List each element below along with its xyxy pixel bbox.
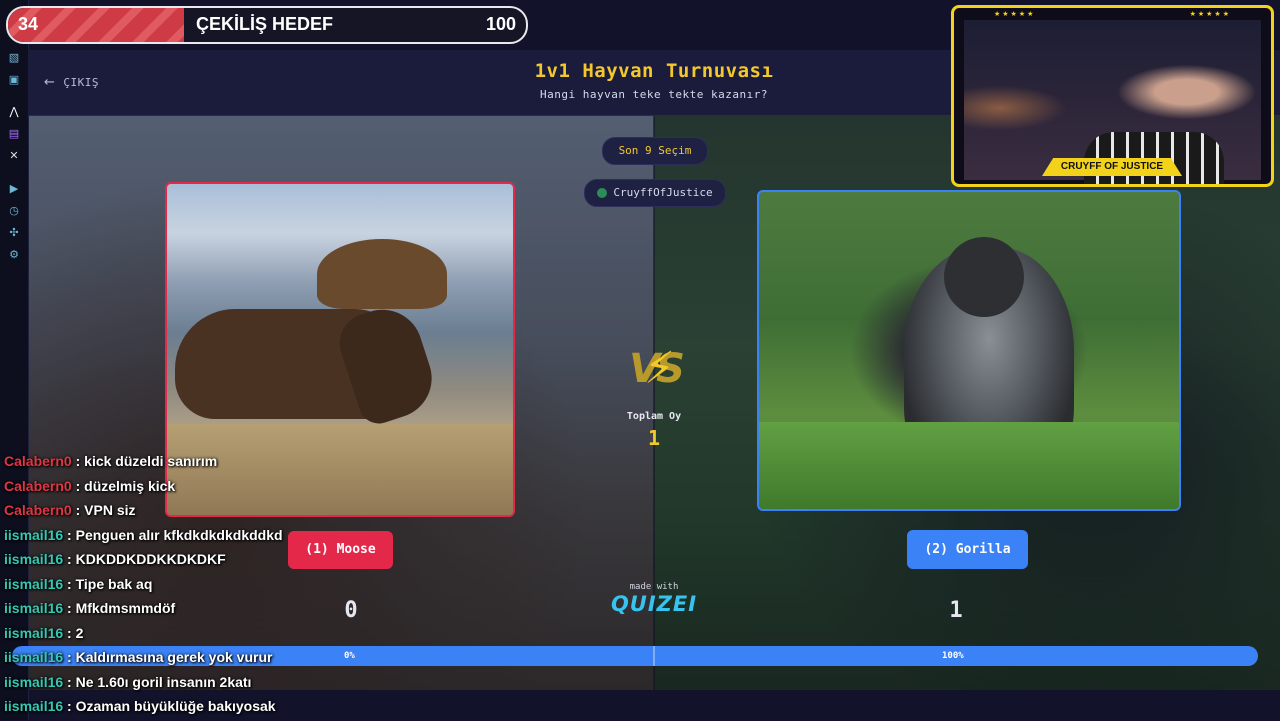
chat-line: iismail16 : Mfkdmsmmdöf xyxy=(4,600,176,616)
kick-icon[interactable]: ⋀ xyxy=(6,104,22,120)
chat-username: Calabern0 xyxy=(4,502,72,518)
giveaway-goal-bar: 34 ÇEKİLİŞ HEDEF 100 xyxy=(6,6,528,44)
chat-line: Calabern0 : kick düzeldi sanırım xyxy=(4,453,218,469)
chat-message: 2 xyxy=(75,624,84,641)
chat-username: iismail16 xyxy=(4,673,64,690)
gorilla-foliage xyxy=(759,422,1179,509)
quizei-logo[interactable]: QUIZEI xyxy=(608,592,700,616)
chat-message: Tipe bak aq xyxy=(75,575,153,592)
chat-username: iismail16 xyxy=(4,526,64,543)
chat-line: Calabern0 : düzelmiş kick xyxy=(4,477,176,494)
chat-username: iismail16 xyxy=(4,600,64,616)
webcam-stars-left: ★★★★★ xyxy=(994,10,1036,18)
chat-line: Calabern0 : VPN siz xyxy=(4,502,136,518)
lightning-icon: ⚡ xyxy=(644,343,675,394)
chat-message: Ozaman büyüklüğe bakıyosak xyxy=(75,698,276,714)
exit-label: ÇIKIŞ xyxy=(63,75,100,89)
sparkle-icon[interactable]: ▧ xyxy=(6,50,22,66)
chat-message: KDKDDKDDKKDKDKF xyxy=(75,551,226,567)
chat-username: iismail16 xyxy=(4,551,64,567)
webcam-feed xyxy=(964,20,1261,184)
chat-line: iismail16 : Ozaman büyüklüğe bakıyosak xyxy=(4,698,276,714)
settings-icon[interactable]: ⚙ xyxy=(6,247,22,263)
score-gorilla: 1 xyxy=(949,598,963,623)
chat-username: iismail16 xyxy=(4,624,64,641)
chat-username: Calabern0 xyxy=(4,477,72,494)
clock-icon[interactable]: ◷ xyxy=(6,203,22,219)
percent-moose: 0% xyxy=(344,651,355,661)
exit-button[interactable]: ← ÇIKIŞ xyxy=(44,74,99,90)
round-label-pill: Son 9 Seçim xyxy=(602,137,708,165)
chat-message: düzelmiş kick xyxy=(84,477,176,494)
arrow-left-icon: ← xyxy=(44,74,56,90)
vs-badge: VS ⚡ xyxy=(620,342,690,396)
chat-message: Ne 1.60ı goril insanın 2katı xyxy=(75,673,252,690)
webcam-stars-right: ★★★★★ xyxy=(1189,10,1231,18)
gorilla-head xyxy=(944,237,1024,317)
option-button-gorilla[interactable]: (2) Gorilla xyxy=(907,530,1028,569)
goal-current: 34 xyxy=(18,14,39,34)
chat-username: iismail16 xyxy=(4,698,64,714)
chat-message: kick düzeldi sanırım xyxy=(84,453,218,469)
box-icon[interactable]: ▣ xyxy=(6,72,22,88)
moose-antler xyxy=(317,239,447,309)
chat-message: Mfkdmsmmdöf xyxy=(75,600,176,616)
goal-title: ÇEKİLİŞ HEDEF xyxy=(196,14,334,34)
chat-username: Calabern0 xyxy=(4,453,72,469)
score-moose: 0 xyxy=(344,598,358,623)
chat-message: Penguen alır kfkdkdkdkdkddkd xyxy=(75,526,283,543)
chat-username: iismail16 xyxy=(4,649,64,665)
total-votes-value: 1 xyxy=(647,426,661,450)
chat-overlay: Calabern0 : kick düzeldi sanırım Calabern… xyxy=(4,451,334,721)
player-pill: CruyffOfJustice xyxy=(584,179,726,207)
total-votes-label: Toplam Oy xyxy=(626,411,682,422)
goal-target: 100 xyxy=(485,14,516,34)
chat-message: VPN siz xyxy=(84,502,136,518)
vote-progress-divider xyxy=(653,646,655,666)
page-title: 1v1 Hayvan Turnuvası xyxy=(534,60,774,82)
chat-line: iismail16 : Kaldırmasına gerek yok vurur xyxy=(4,649,273,665)
player-name: CruyffOfJustice xyxy=(613,186,713,199)
chat-username: iismail16 xyxy=(4,575,64,592)
chat-line: iismail16 : KDKDDKDDKKDKDKF xyxy=(4,551,226,567)
twitch-icon[interactable]: ▤ xyxy=(6,126,22,142)
percent-gorilla: 100% xyxy=(942,651,964,661)
made-with-text: made with xyxy=(629,582,679,592)
webcam-name-tag: CRUYFF OF JUSTICE xyxy=(1042,158,1182,176)
chat-line: iismail16 : 2 xyxy=(4,624,84,641)
option-card-gorilla[interactable] xyxy=(757,190,1181,511)
play-icon[interactable]: ▶ xyxy=(6,181,22,197)
chat-line: iismail16 : Ne 1.60ı goril insanın 2katı xyxy=(4,673,252,690)
chat-line: iismail16 : Penguen alır kfkdkdkdkdkddkd xyxy=(4,526,283,543)
x-icon[interactable]: ✕ xyxy=(6,148,22,164)
player-avatar-icon xyxy=(597,188,608,198)
puzzle-icon[interactable]: ✣ xyxy=(6,225,22,241)
chat-line: iismail16 : Tipe bak aq xyxy=(4,575,153,592)
page-subtitle: Hangi hayvan teke tekte kazanır? xyxy=(540,88,768,101)
chat-message: Kaldırmasına gerek yok vurur xyxy=(75,649,273,665)
webcam-overlay: ★★★★★ ★★★★★ CRUYFF OF JUSTICE xyxy=(951,5,1274,187)
